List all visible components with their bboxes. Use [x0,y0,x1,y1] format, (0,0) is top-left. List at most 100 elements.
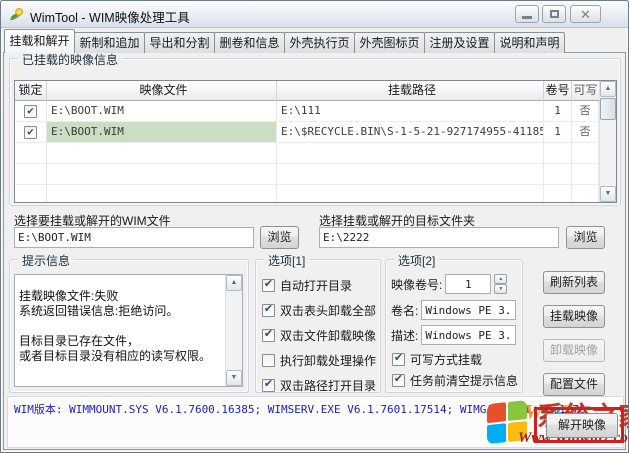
volume-name-input[interactable] [421,300,516,320]
close-button[interactable]: ✕ [570,5,601,23]
group-title: 选项[2] [394,252,439,269]
tab-shell-exec[interactable]: 外壳执行页 [284,32,355,53]
checkbox-auto-open-dir[interactable]: ✔ 自动打开目录 [262,277,376,294]
lock-checkbox[interactable]: ✔ [24,126,37,139]
close-icon: ✕ [580,8,591,21]
cell-writable: 否 [572,101,599,122]
checkbox-label: 可写方式挂载 [410,351,482,368]
checkbox-box[interactable]: ✔ [262,379,275,392]
volume-name-row: 卷名: [391,300,516,320]
message-line: 目标目录已存在文件， [19,334,222,349]
column-header-image-file[interactable]: 映像文件 [47,81,277,101]
checkbox-label: 自动打开目录 [280,277,352,294]
checkbox-label: 任务前清空提示信息 [410,372,518,389]
column-header-volume[interactable]: 卷号 [544,81,572,101]
options1-list: ✔ 自动打开目录 ✔ 双击表头卸载全部 ✔ 双击文件卸载映像 ✔ 执行卸载处理操… [262,277,376,394]
check-icon: ✔ [394,353,403,364]
check-icon: ✔ [27,105,34,116]
volume-number-input[interactable] [445,274,491,294]
volume-number-stepper[interactable]: ▲ ▼ [494,274,507,294]
message-line: 系统返回错误信息:拒绝访问。 [19,304,222,319]
table-header-row[interactable]: 锁定 映像文件 挂载路径 卷号 可写 [15,81,599,101]
minimize-button[interactable] [515,5,539,23]
table-row-empty [15,185,599,203]
cell-writable: 否 [572,122,599,143]
checkbox-label: 双击文件卸载映像 [280,327,376,344]
browse-wim-button[interactable]: 浏览 [260,226,299,249]
checkbox-dblclick-file-unmount[interactable]: ✔ 双击文件卸载映像 [262,327,376,344]
cell-mount-path[interactable]: E:\$RECYCLE.BIN\S-1-5-21-927174955-41185… [277,122,544,143]
check-icon: ✔ [27,126,34,137]
minimize-icon [522,16,532,19]
group-title: 选项[1] [264,252,309,269]
cell-image-file[interactable]: E:\BOOT.WIM [47,122,277,143]
target-folder-input[interactable] [319,227,559,248]
scroll-up-icon[interactable]: ▲ [226,275,242,291]
config-file-button[interactable]: 配置文件 [543,373,605,396]
tab-delete-info[interactable]: 删卷和信息 [214,32,285,53]
maximize-button[interactable] [542,5,566,23]
spin-down-icon[interactable]: ▼ [494,284,507,294]
browse-folder-button[interactable]: 浏览 [566,226,605,249]
checkbox-label: 双击路径打开目录 [280,377,376,394]
table-row[interactable]: ✔ E:\BOOT.WIM E:\$RECYCLE.BIN\S-1-5-21-9… [15,122,599,143]
checkbox-box[interactable]: ✔ [262,304,275,317]
checkbox-writable-mount[interactable]: ✔ 可写方式挂载 [392,351,482,368]
tab-register-settings[interactable]: 注册及设置 [424,32,495,53]
message-line: 挂载映像文件:失败 [19,289,222,304]
table-row-empty [15,143,599,164]
cell-image-file[interactable]: E:\BOOT.WIM [47,101,277,122]
scroll-down-icon[interactable]: ▼ [600,186,616,202]
tab-mount-unmount[interactable]: 挂载和解开 [4,29,75,53]
checkbox-label: 执行卸载处理操作 [280,352,376,369]
checkbox-box[interactable]: ✔ [262,354,275,367]
mounted-images-table: 锁定 映像文件 挂载路径 卷号 可写 ✔ E:\BOOT.WIM E:\111 … [14,80,617,203]
volume-number-label: 映像卷号: [391,276,442,293]
column-header-writable[interactable]: 可写 [572,81,599,101]
table-row-empty [15,164,599,185]
maximize-icon [550,10,559,18]
tab-bar: 挂载和解开 新制和追加 导出和分割 删卷和信息 外壳执行页 外壳图标页 注册及设… [4,29,564,53]
tab-about[interactable]: 说明和声明 [494,32,565,53]
column-header-mount-path[interactable]: 挂载路径 [277,81,544,101]
refresh-list-button[interactable]: 刷新列表 [543,271,605,294]
volume-name-label: 卷名: [391,302,418,319]
cell-mount-path[interactable]: E:\111 [277,101,544,122]
unmount-image-button[interactable]: 卸载映像 [543,339,605,362]
checkbox-dblclick-header-unmount-all[interactable]: ✔ 双击表头卸载全部 [262,302,376,319]
table-row[interactable]: ✔ E:\BOOT.WIM E:\111 1 否 [15,101,599,122]
checkbox-dblclick-path-open-dir[interactable]: ✔ 双击路径打开目录 [262,377,376,394]
description-label: 描述: [391,327,418,344]
group-title: 已挂载的映像信息 [18,51,122,68]
group-title: 提示信息 [18,252,74,269]
wim-file-input[interactable] [14,227,254,248]
column-header-lock[interactable]: 锁定 [15,81,47,101]
description-input[interactable] [421,325,516,345]
check-icon: ✔ [264,379,273,390]
app-window: WimTool - WIM映像处理工具 ✕ 挂载和解开 新制和追加 导出和分割 … [0,0,629,453]
scroll-down-icon[interactable]: ▼ [226,370,242,386]
checkbox-label: 双击表头卸载全部 [280,302,376,319]
tab-export-split[interactable]: 导出和分割 [144,32,215,53]
table-scrollbar[interactable]: ▲ ▼ [599,81,616,202]
checkbox-box[interactable]: ✔ [262,329,275,342]
message-scrollbar[interactable]: ▲ ▼ [225,275,242,386]
checkbox-box[interactable]: ✔ [392,353,405,366]
volume-number-row: 映像卷号: ▲ ▼ [391,274,507,294]
lock-checkbox[interactable]: ✔ [24,105,37,118]
tab-shell-icon[interactable]: 外壳图标页 [354,32,425,53]
message-box[interactable]: 挂载映像文件:失败 系统返回错误信息:拒绝访问。 目标目录已存在文件， 或者目标… [14,274,243,387]
annotation-highlight-box [534,407,624,443]
tab-new-append[interactable]: 新制和追加 [74,32,145,53]
spin-up-icon[interactable]: ▲ [494,274,507,284]
checkbox-box[interactable]: ✔ [392,374,405,387]
mount-image-button[interactable]: 挂载映像 [543,305,605,328]
message-text: 挂载映像文件:失败 系统返回错误信息:拒绝访问。 目标目录已存在文件， 或者目标… [19,289,222,364]
scroll-up-icon[interactable]: ▲ [600,81,616,97]
check-icon: ✔ [264,304,273,315]
checkbox-clear-messages-before-task[interactable]: ✔ 任务前清空提示信息 [392,372,518,389]
checkbox-do-unmount-processing[interactable]: ✔ 执行卸载处理操作 [262,352,376,369]
scrollbar-thumb[interactable] [600,98,616,120]
check-icon: ✔ [264,329,273,340]
checkbox-box[interactable]: ✔ [262,279,275,292]
